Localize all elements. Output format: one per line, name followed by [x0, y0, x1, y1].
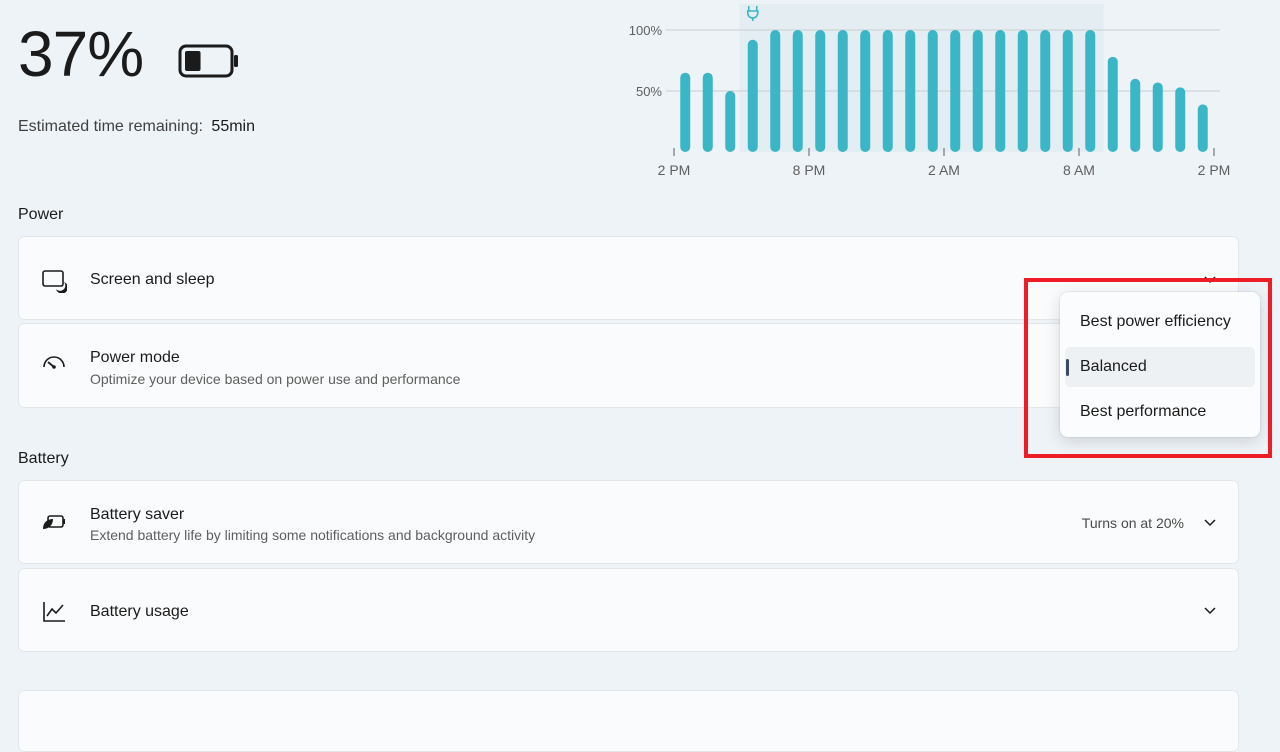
- chart-bar: [725, 91, 736, 152]
- estimated-time-value: 55min: [211, 118, 255, 135]
- x-tick-label: 8 PM: [793, 162, 826, 178]
- chart-bar: [950, 30, 961, 152]
- battery-saver-description: Extend battery life by limiting some not…: [90, 527, 536, 543]
- chart-bar: [972, 30, 983, 152]
- chart-bar: [1040, 30, 1051, 152]
- power-heading: Power: [18, 206, 64, 223]
- battery-saver-icon: [43, 515, 65, 529]
- y-tick-label: 50%: [636, 84, 662, 99]
- battery-icon: [178, 44, 238, 78]
- gauge-icon: [43, 356, 65, 369]
- chart-bar: [1017, 30, 1028, 152]
- x-tick-label: 8 AM: [1063, 162, 1095, 178]
- chart-bar: [1130, 78, 1141, 152]
- battery-saver-row[interactable]: Battery saver Extend battery life by lim…: [18, 480, 1239, 564]
- battery-usage-title: Battery usage: [90, 603, 189, 620]
- battery-saver-status: Turns on at 20%: [1081, 515, 1184, 531]
- chart-bar: [815, 30, 826, 152]
- power-mode-description: Optimize your device based on power use …: [90, 371, 461, 387]
- battery-level-chart: 100% 50% 2 PM 8 PM 2 AM 8 AM 2 PM: [629, 4, 1231, 178]
- chart-bar: [1062, 30, 1073, 152]
- battery-percentage: 37%: [18, 18, 144, 90]
- chart-bar: [995, 30, 1006, 152]
- chevron-down-icon[interactable]: [1202, 602, 1218, 618]
- chart-bar: [1197, 104, 1208, 152]
- battery-saver-title: Battery saver: [90, 506, 185, 523]
- chevron-down-icon[interactable]: [1202, 514, 1218, 530]
- chart-bar: [680, 72, 691, 152]
- estimated-time: Estimated time remaining: 55min: [18, 118, 255, 136]
- chart-bar: [702, 72, 713, 152]
- chart-bar: [905, 30, 916, 152]
- screen-sleep-icon: [42, 270, 67, 293]
- chart-bar: [770, 30, 781, 152]
- power-mode-title: Power mode: [90, 349, 180, 366]
- x-tick-label: 2 PM: [1198, 162, 1231, 178]
- screen-and-sleep-title: Screen and sleep: [90, 271, 215, 288]
- y-tick-label: 100%: [629, 23, 663, 38]
- chart-bar: [1152, 82, 1163, 152]
- battery-usage-row[interactable]: Battery usage: [18, 568, 1239, 652]
- next-settings-row[interactable]: [18, 690, 1239, 752]
- chart-bar: [882, 30, 893, 152]
- chart-bar: [792, 30, 803, 152]
- chart-line-icon: [43, 602, 65, 622]
- chart-bar: [1175, 87, 1186, 152]
- estimated-time-label: Estimated time remaining:: [18, 118, 203, 135]
- highlight-box: [1024, 278, 1272, 458]
- chart-bar: [837, 30, 848, 152]
- battery-heading: Battery: [18, 450, 69, 467]
- chart-bar: [747, 39, 758, 153]
- x-tick-label: 2 PM: [658, 162, 691, 178]
- chart-bar: [1085, 30, 1096, 152]
- chart-bar: [1107, 56, 1118, 153]
- chart-bar: [927, 30, 938, 152]
- x-tick-label: 2 AM: [928, 162, 960, 178]
- chart-bar: [860, 30, 871, 152]
